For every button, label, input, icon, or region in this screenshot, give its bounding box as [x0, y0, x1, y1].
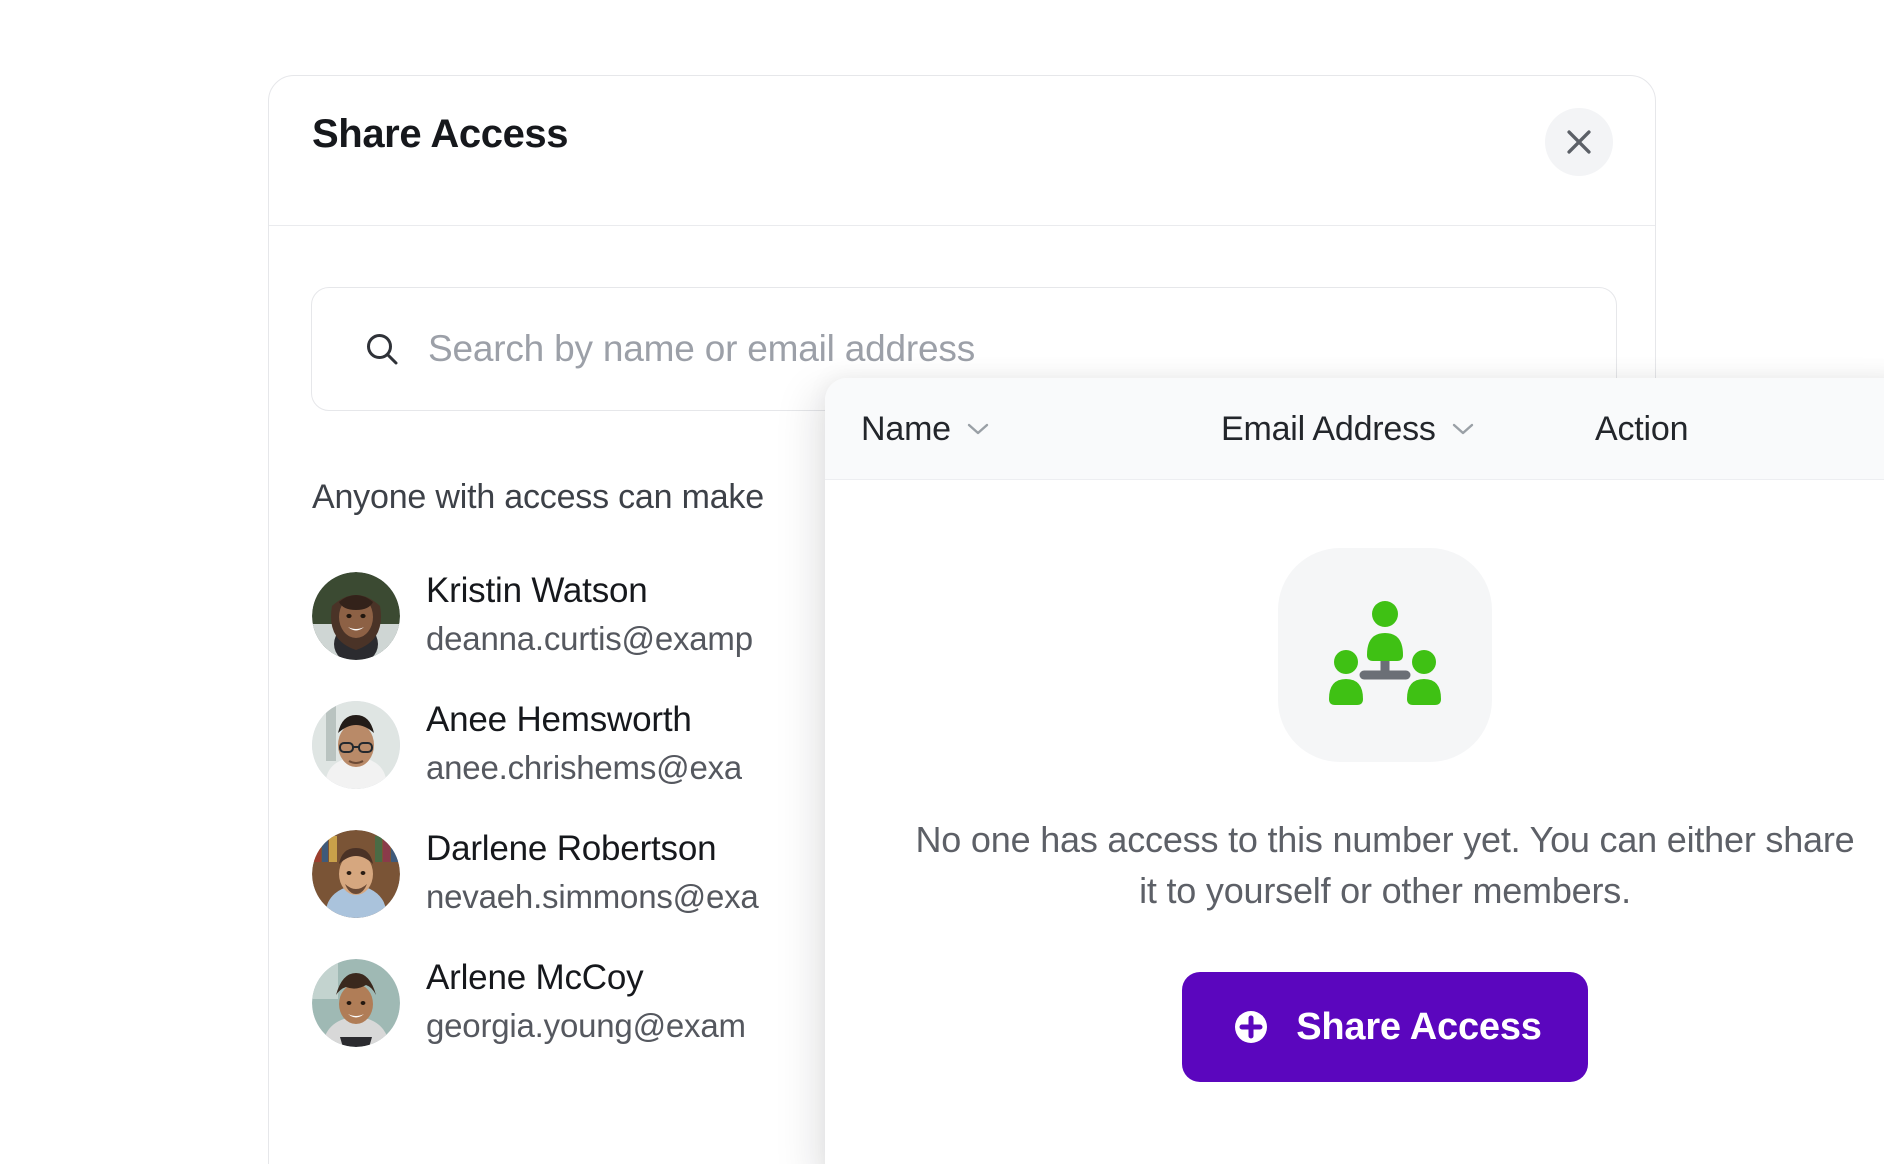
contact-name: Arlene McCoy: [426, 958, 644, 998]
empty-state: No one has access to this number yet. Yo…: [825, 480, 1884, 1164]
contact-text: Anee Hemsworth anee.chrishems@exa: [426, 699, 742, 790]
contact-email: anee.chrishems@exa: [426, 748, 743, 786]
close-icon: [1567, 130, 1591, 154]
search-input[interactable]: [428, 328, 1616, 370]
column-header-name[interactable]: Name: [861, 378, 991, 480]
avatar: [312, 571, 400, 660]
plus-circle-icon: [1235, 1011, 1268, 1044]
contact-name: Kristin Watson: [426, 571, 648, 611]
chevron-down-icon: [967, 423, 989, 435]
chevron-down-icon: [1452, 423, 1473, 435]
close-button[interactable]: [1545, 108, 1613, 176]
column-header-action: Action: [1595, 378, 1688, 480]
screen: Share Access Anyone with access can make: [0, 0, 1884, 1164]
share-access-button-label: Share Access: [1296, 1005, 1542, 1048]
contact-text: Darlene Robertson nevaeh.simmons@exa: [426, 828, 759, 919]
empty-state-message: No one has access to this number yet. Yo…: [915, 819, 1855, 912]
contact-name: Darlene Robertson: [426, 829, 717, 869]
contact-email: nevaeh.simmons@exa: [426, 877, 759, 915]
page-title: Share Access: [312, 112, 569, 156]
column-header-email-address[interactable]: Email Address: [1221, 378, 1476, 480]
search-icon: [360, 327, 404, 371]
contact-email: georgia.young@exam: [426, 1006, 746, 1044]
avatar-darlene-robertson: [312, 829, 400, 918]
column-header-email-address-label: Email Address: [1221, 409, 1436, 448]
table-header: Name Email Address Action: [825, 378, 1884, 480]
contact-text: Arlene McCoy georgia.young@exam: [426, 957, 746, 1048]
access-note: Anyone with access can make: [312, 478, 764, 516]
dialog-header: Share Access: [269, 76, 1655, 226]
contact-text: Kristin Watson deanna.curtis@examp: [426, 570, 753, 661]
contact-name: Anee Hemsworth: [426, 700, 692, 740]
avatar-kristin-watson: [312, 571, 400, 660]
column-header-action-label: Action: [1595, 409, 1689, 448]
column-header-name-label: Name: [861, 409, 951, 448]
avatar: [312, 829, 400, 918]
avatar-arlene-mccoy: [312, 958, 400, 1047]
access-table-panel: Name Email Address Action No one has acc…: [825, 378, 1884, 1164]
avatar: [312, 700, 400, 789]
share-access-button[interactable]: Share Access: [1182, 972, 1588, 1083]
avatar: [312, 958, 400, 1047]
empty-state-icon-container: [1278, 548, 1492, 762]
avatar-anee-hemsworth: [312, 700, 400, 789]
team-hierarchy-icon: [1329, 601, 1441, 705]
contact-email: deanna.curtis@examp: [426, 619, 753, 657]
